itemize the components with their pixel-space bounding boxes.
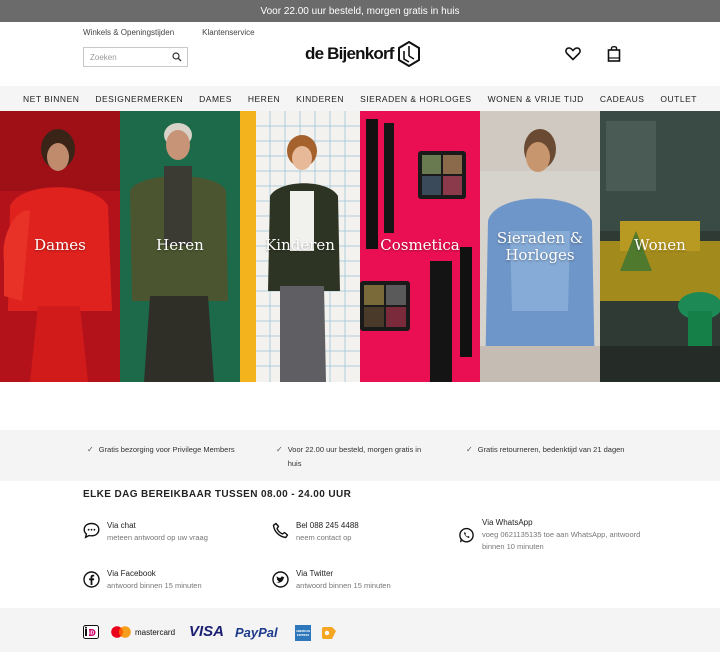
usp-text: Gratis retourneren, bedenktijd van 21 da… [477, 445, 625, 454]
nav-item-kinderen[interactable]: KINDEREN [288, 94, 352, 104]
customer-service-link[interactable]: Klantenservice [202, 28, 254, 37]
contact-whatsapp-desc: voeg 0621135135 toe aan WhatsApp, antwoo… [482, 530, 641, 539]
svg-text:EXPRESS: EXPRESS [297, 633, 310, 637]
usp-text-line1: Voor 22.00 uur besteld, morgen gratis in [287, 445, 422, 454]
amex-logo: AMERICAN EXPRESS [295, 625, 311, 646]
category-tile-wonen[interactable]: Wonen [600, 111, 720, 382]
logo-text: de Bijenkorf [305, 44, 394, 63]
nav-item-cadeaus[interactable]: CADEAUS [592, 94, 653, 104]
tile-label-heren: Heren [156, 236, 204, 254]
usp-item: ✓ Voor 22.00 uur besteld, morgen gratis … [276, 443, 421, 471]
contact-facebook-desc: antwoord binnen 15 minuten [107, 581, 202, 590]
nav-item-net-binnen[interactable]: NET BINNEN [15, 94, 87, 104]
whatsapp-icon [459, 527, 474, 543]
nav-item-designermerken[interactable]: DESIGNERMERKEN [87, 94, 191, 104]
site-header: Winkels & Openingstijden Klantenservice … [0, 22, 720, 86]
contact-facebook-title: Via Facebook [107, 569, 156, 578]
usp-text: Voor 22.00 uur besteld, morgen gratis in… [288, 443, 421, 471]
ideal-logo: iD [83, 625, 99, 644]
facebook-icon [83, 571, 100, 588]
check-icon: ✓ [276, 445, 283, 454]
contact-phone[interactable]: Bel 088 245 4488 neem contact op [272, 520, 359, 544]
contact-phone-title: Bel 088 245 4488 [296, 521, 359, 530]
contact-twitter-desc: antwoord binnen 15 minuten [296, 581, 391, 590]
nav-item-heren[interactable]: HEREN [240, 94, 288, 104]
contact-chat[interactable]: Via chat meteen antwoord op uw vraag [83, 520, 208, 544]
usp-text-line2: huis [287, 459, 302, 468]
site-logo[interactable]: de Bijenkorf [305, 41, 420, 67]
contact-phone-desc: neem contact op [296, 533, 352, 542]
tile-label-cosmetica: Cosmetica [380, 236, 460, 254]
twitter-icon [272, 571, 289, 588]
search-input[interactable] [84, 48, 168, 66]
contact-chat-desc: meteen antwoord op uw vraag [107, 533, 208, 542]
nav-item-dames[interactable]: DAMES [191, 94, 240, 104]
search-icon[interactable] [168, 48, 186, 66]
category-tile-cosmetica[interactable]: Cosmetica [360, 111, 480, 382]
main-navigation: NET BINNEN DESIGNERMERKEN DAMES HEREN KI… [0, 86, 720, 111]
usp-bar: ✓ Gratis bezorging voor Privilege Member… [0, 430, 720, 481]
category-tiles: Dames Heren Kinderen Cosmetica Sieraden … [0, 111, 720, 382]
usp-item: ✓ Gratis retourneren, bedenktijd van 21 … [466, 443, 624, 457]
nav-item-sieraden-horloges[interactable]: SIERADEN & HORLOGES [352, 94, 480, 104]
promo-text: Voor 22.00 uur besteld, morgen gratis in… [260, 5, 460, 17]
contact-facebook[interactable]: Via Facebook antwoord binnen 15 minuten [83, 568, 202, 592]
header-links: Winkels & Openingstijden Klantenservice [83, 28, 255, 37]
phone-icon [272, 522, 289, 539]
contact-whatsapp-desc2: binnen 10 minuten [482, 542, 544, 551]
svg-text:iD: iD [89, 631, 94, 637]
contact-twitter[interactable]: Via Twitter antwoord binnen 15 minuten [272, 568, 391, 592]
contact-chat-title: Via chat [107, 521, 136, 530]
tile-label-wonen: Wonen [634, 236, 686, 254]
usp-text: Gratis bezorging voor Privilege Members [98, 445, 235, 454]
category-tile-sieraden-horloges[interactable]: Sieraden & Horloges [480, 111, 600, 382]
nav-item-outlet[interactable]: OUTLET [652, 94, 705, 104]
visa-logo: VISA [189, 623, 225, 640]
category-tile-heren[interactable]: Heren [120, 111, 240, 382]
svg-text:AMERICAN: AMERICAN [296, 629, 310, 633]
search-box [83, 47, 188, 67]
promo-bar: Voor 22.00 uur besteld, morgen gratis in… [0, 0, 720, 22]
mastercard-logo: mastercard [111, 626, 175, 638]
payment-footer: iD mastercard VISA PayPal AMERICAN EXPRES… [0, 608, 720, 652]
paypal-logo: PayPal [235, 625, 278, 640]
contact-twitter-title: Via Twitter [296, 569, 334, 578]
wishlist-heart-icon[interactable] [565, 46, 581, 66]
usp-item: ✓ Gratis bezorging voor Privilege Member… [87, 443, 235, 457]
tile-label-sieraden-line2: Horloges [505, 246, 575, 264]
paypal-text: PayPal [235, 625, 278, 640]
check-icon: ✓ [466, 445, 473, 454]
contact-whatsapp-title: Via WhatsApp [482, 518, 533, 527]
stores-link[interactable]: Winkels & Openingstijden [83, 28, 174, 37]
tile-label-dames: Dames [34, 236, 86, 254]
chat-icon [83, 522, 100, 539]
nav-item-wonen-vrije-tijd[interactable]: WONEN & VRIJE TIJD [480, 94, 592, 104]
mastercard-text: mastercard [135, 627, 176, 637]
category-tile-dames[interactable]: Dames [0, 111, 120, 382]
contact-whatsapp[interactable]: Via WhatsApp voeg 0621135135 toe aan Wha… [458, 517, 640, 553]
contact-title: ELKE DAG BEREIKBAAR TUSSEN 08.00 - 24.00… [83, 489, 352, 500]
logo-mark-icon [397, 41, 420, 67]
shopping-bag-icon[interactable] [607, 45, 621, 67]
tile-label-sieraden: Sieraden & Horloges [480, 230, 600, 264]
category-tile-kinderen[interactable]: Kinderen [240, 111, 360, 382]
tile-label-sieraden-line1: Sieraden & [496, 229, 584, 247]
gift-card-logo [321, 626, 337, 645]
check-icon: ✓ [87, 445, 94, 454]
tile-label-kinderen: Kinderen [265, 236, 335, 254]
